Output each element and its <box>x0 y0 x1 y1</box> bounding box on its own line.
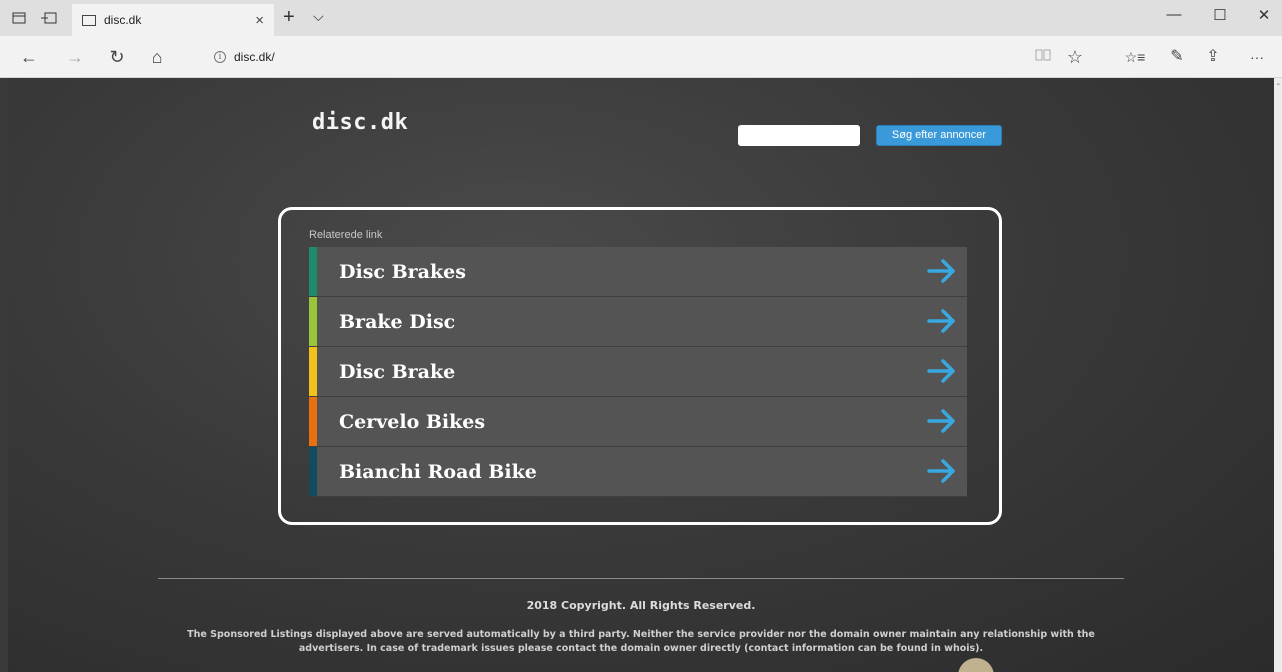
link-label: Brake Disc <box>339 310 456 333</box>
tab-title: disc.dk <box>104 13 142 27</box>
refresh-icon[interactable]: ↻ <box>104 46 130 68</box>
link-label: Disc Brakes <box>339 260 466 283</box>
link-label: Disc Brake <box>339 360 456 383</box>
favorites-hub-icon[interactable]: ☆≡ <box>1122 46 1148 68</box>
related-link-bianchi-road-bike[interactable]: Bianchi Road Bike <box>309 447 967 497</box>
arrow-right-icon <box>927 359 955 383</box>
new-tab-button[interactable]: + <box>283 6 295 29</box>
close-tab-icon[interactable]: × <box>255 12 264 29</box>
related-link-disc-brake[interactable]: Disc Brake <box>309 347 967 397</box>
page-scrollbar[interactable]: ⌃ <box>1274 78 1282 672</box>
maximize-button[interactable]: ☐ <box>1200 6 1240 24</box>
scroll-up-arrow-icon[interactable]: ⌃ <box>1275 82 1282 98</box>
link-color-bar <box>309 447 317 496</box>
arrow-right-icon <box>927 259 955 283</box>
navigation-bar: ← → ↻ ⌂ i disc.dk/ ☆ ☆≡ ✎ ⇪ ··· <box>0 36 1282 78</box>
related-link-disc-brakes[interactable]: Disc Brakes <box>309 247 967 297</box>
copyright-text: 2018 Copyright. All Rights Reserved. <box>526 599 756 612</box>
related-link-cervelo-bikes[interactable]: Cervelo Bikes <box>309 397 967 447</box>
partial-badge-circle <box>958 658 994 672</box>
arrow-right-icon <box>927 309 955 333</box>
related-links-box: Relaterede link Disc Brakes Brake Disc D… <box>278 207 1002 525</box>
more-icon[interactable]: ··· <box>1244 46 1270 68</box>
set-aside-tabs-icon[interactable] <box>34 0 64 36</box>
arrow-right-icon <box>927 409 955 433</box>
arrow-right-icon <box>927 459 955 483</box>
related-link-brake-disc[interactable]: Brake Disc <box>309 297 967 347</box>
footer-divider <box>158 578 1124 579</box>
forward-icon[interactable]: → <box>62 46 88 68</box>
page-icon <box>82 14 96 26</box>
notes-pen-icon[interactable]: ✎ <box>1164 46 1190 68</box>
tab-bar: disc.dk × + ⌵ — ☐ ✕ <box>0 0 1282 36</box>
back-icon[interactable]: ← <box>16 46 42 68</box>
link-color-bar <box>309 397 317 446</box>
favorite-star-icon[interactable]: ☆ <box>1062 46 1088 68</box>
link-label: Bianchi Road Bike <box>339 460 537 483</box>
link-label: Cervelo Bikes <box>339 410 486 433</box>
related-links-title: Relaterede link <box>309 229 383 241</box>
tab-disc[interactable]: disc.dk × <box>72 4 274 36</box>
related-links-list: Disc Brakes Brake Disc Disc Brake Cervel… <box>309 247 967 497</box>
reading-view-icon[interactable] <box>1030 46 1056 68</box>
link-color-bar <box>309 297 317 346</box>
link-color-bar <box>309 247 317 296</box>
site-info-icon[interactable]: i <box>214 51 226 63</box>
search-button[interactable]: Søg efter annoncer <box>876 125 1002 146</box>
link-color-bar <box>309 347 317 396</box>
share-icon[interactable]: ⇪ <box>1200 46 1226 68</box>
tab-menu-chevron-icon[interactable]: ⌵ <box>313 8 324 25</box>
minimize-button[interactable]: — <box>1154 6 1194 23</box>
site-logo[interactable]: disc.dk <box>312 110 408 135</box>
search-input[interactable] <box>738 125 860 146</box>
address-bar[interactable]: i disc.dk/ <box>202 44 1092 70</box>
close-window-button[interactable]: ✕ <box>1244 6 1282 24</box>
home-icon[interactable]: ⌂ <box>144 46 170 68</box>
page-content: disc.dk Søg efter annoncer Relaterede li… <box>8 78 1274 672</box>
disclaimer-text: The Sponsored Listings displayed above a… <box>187 629 1095 654</box>
address-text: disc.dk/ <box>234 50 275 64</box>
tab-preview-icon[interactable] <box>4 0 34 36</box>
